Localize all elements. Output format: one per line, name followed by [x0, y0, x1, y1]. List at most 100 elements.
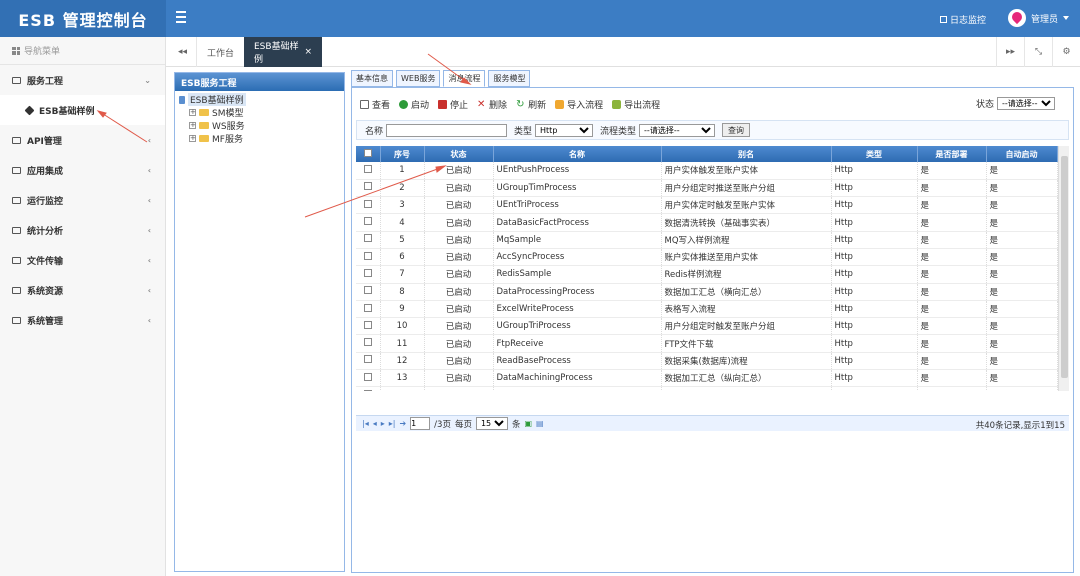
- col-header-status[interactable]: 状态: [424, 146, 494, 162]
- tab-esb-sample[interactable]: ESB基础样例 ×: [244, 37, 322, 67]
- export-icon: [612, 99, 622, 109]
- tree-node-label: SM模型: [212, 109, 244, 119]
- tree-node-mf-service[interactable]: + MF服务: [179, 132, 344, 145]
- refresh-button[interactable]: ↻ 刷新: [516, 98, 546, 111]
- sidebar-item-service-project[interactable]: 服务工程 ⌄: [0, 65, 165, 95]
- table-row[interactable]: 6 已启动 AccSyncProcess 账户实体推送至用户实体 Http 是是: [356, 248, 1058, 267]
- table-row[interactable]: 4 已启动 DataBasicFactProcess 数据清洗转换（基础事实表） Htt…: [356, 213, 1058, 232]
- row-checkbox[interactable]: [356, 317, 381, 336]
- table-scrollbar[interactable]: [1058, 146, 1069, 391]
- row-checkbox[interactable]: [356, 265, 381, 284]
- query-button[interactable]: 查询: [722, 123, 751, 137]
- first-page-icon[interactable]: |◂: [362, 419, 369, 428]
- table-row[interactable]: 5 已启动 MqSample MQ写入样例流程 Http 是是: [356, 231, 1058, 249]
- tab-web-service[interactable]: WEB服务: [396, 70, 441, 87]
- gear-icon[interactable]: ⚙: [1052, 37, 1080, 67]
- row-deployed: 是: [917, 317, 987, 336]
- export-flow-button[interactable]: 导出流程: [612, 98, 660, 111]
- table-row[interactable]: 3 已启动 UEntTriProcess 用户实体定时触发至账户实体 Http 是是: [356, 196, 1058, 215]
- stop-icon: [438, 99, 448, 109]
- fullscreen-icon[interactable]: ⤡: [1024, 37, 1052, 67]
- last-page-icon[interactable]: ▸|: [389, 419, 396, 428]
- stop-label: 停止: [450, 100, 469, 111]
- page-number-input[interactable]: [410, 417, 431, 430]
- row-alias: 账户实体推送至用户实体: [661, 248, 832, 267]
- row-checkbox[interactable]: [356, 386, 381, 391]
- per-page-select[interactable]: 15: [475, 417, 508, 430]
- import-flow-button[interactable]: 导入流程: [555, 98, 603, 111]
- sidebar-item-system-resources[interactable]: 系统资源 ‹: [0, 275, 165, 305]
- table-row[interactable]: 7 已启动 RedisSample Redis样例流程 Http 是是: [356, 265, 1058, 284]
- col-header-alias[interactable]: 别名: [661, 146, 832, 162]
- row-checkbox[interactable]: [356, 300, 381, 319]
- tab-scroll-right-icon[interactable]: ▸▸: [996, 37, 1024, 67]
- sidebar-item-system-admin[interactable]: 系统管理 ‹: [0, 305, 165, 335]
- start-button[interactable]: 启动: [399, 98, 429, 111]
- status-select[interactable]: --请选择--: [997, 97, 1055, 110]
- table-row[interactable]: 13 已启动 DataMachiningProcess 数据加工汇总（纵向汇总） Htt…: [356, 369, 1058, 388]
- name-input[interactable]: [386, 123, 508, 137]
- next-page-icon[interactable]: ▸: [381, 419, 385, 428]
- select-all-checkbox[interactable]: [356, 146, 381, 162]
- sidebar-item-label: 应用集成: [27, 166, 64, 177]
- table-row[interactable]: 1 已启动 UEntPushProcess 用户实体触发至账户实体 Http 是是: [356, 162, 1058, 180]
- table-row[interactable]: 11 已启动 FtpReceive FTP文件下载 Http 是是: [356, 334, 1058, 353]
- tab-message-flow[interactable]: 消息流程: [443, 70, 486, 87]
- type-select[interactable]: Http: [535, 123, 594, 137]
- row-deployed: 是: [917, 386, 987, 391]
- col-header-autostart[interactable]: 自动启动: [986, 146, 1058, 162]
- go-page-icon[interactable]: ➔: [399, 419, 406, 428]
- row-checkbox[interactable]: [356, 334, 381, 353]
- row-status: 已启动: [424, 179, 494, 198]
- tree-node-root[interactable]: ESB基础样例: [179, 93, 344, 106]
- row-checkbox[interactable]: [356, 352, 381, 371]
- table-row[interactable]: 14已启动GroupTimerProcess账户分组定时推送至用户分组Http是…: [356, 386, 1058, 391]
- row-checkbox[interactable]: [356, 213, 381, 232]
- flow-type-select[interactable]: --请选择--: [639, 123, 716, 137]
- col-header-type[interactable]: 类型: [831, 146, 918, 162]
- row-checkbox[interactable]: [356, 196, 381, 215]
- row-type: Http: [831, 317, 918, 336]
- col-header-deployed[interactable]: 是否部署: [917, 146, 987, 162]
- log-monitor-link[interactable]: 日志监控: [940, 13, 986, 26]
- row-checkbox[interactable]: [356, 231, 381, 249]
- delete-button[interactable]: ✕ 删除: [477, 98, 507, 111]
- tab-service-model[interactable]: 服务模型: [488, 70, 531, 87]
- sidebar-item-file-transfer[interactable]: 文件传输 ‹: [0, 245, 165, 275]
- row-checkbox[interactable]: [356, 369, 381, 388]
- expand-icon[interactable]: +: [189, 109, 196, 116]
- view-button[interactable]: 查看: [360, 98, 390, 111]
- menu-toggle-icon[interactable]: [176, 11, 186, 23]
- user-menu[interactable]: 管理员: [1008, 9, 1070, 27]
- col-header-index[interactable]: 序号: [380, 146, 425, 162]
- tree-node-sm-model[interactable]: + SM模型: [179, 106, 344, 119]
- row-checkbox[interactable]: [356, 283, 381, 301]
- table-row[interactable]: 10 已启动 UGroupTriProcess 用户分组定时触发至账户分组 Http 是是: [356, 317, 1058, 336]
- tree-node-ws-service[interactable]: + WS服务: [179, 119, 344, 132]
- prev-page-icon[interactable]: ◂: [373, 419, 377, 428]
- chevron-left-icon: ‹: [147, 256, 151, 265]
- col-header-name[interactable]: 名称: [493, 146, 662, 162]
- tab-scroll-left-icon[interactable]: ◂◂: [178, 47, 187, 57]
- export-excel-icon[interactable]: ▣: [524, 419, 532, 428]
- row-checkbox[interactable]: [356, 162, 381, 180]
- stop-button[interactable]: 停止: [438, 98, 468, 111]
- page-icon[interactable]: ▤: [536, 419, 544, 428]
- table-row[interactable]: 9 已启动 ExcelWriteProcess 表格写入流程 Http 是是: [356, 300, 1058, 319]
- tab-basic-info[interactable]: 基本信息: [351, 70, 393, 87]
- row-index: 3: [380, 196, 425, 215]
- sidebar-item-esb-sample[interactable]: ESB基础样例: [0, 95, 165, 125]
- expand-icon[interactable]: +: [189, 122, 196, 129]
- row-checkbox[interactable]: [356, 248, 381, 267]
- sidebar-item-app-integration[interactable]: 应用集成 ‹: [0, 155, 165, 185]
- tab-workbench[interactable]: 工作台: [196, 37, 244, 67]
- table-row[interactable]: 8 已启动 DataProcessingProcess 数据加工汇总（横向汇总） Htt…: [356, 283, 1058, 301]
- sidebar-item-runtime-monitor[interactable]: 运行监控 ‹: [0, 185, 165, 215]
- row-checkbox[interactable]: [356, 179, 381, 198]
- expand-icon[interactable]: +: [189, 135, 196, 142]
- table-row[interactable]: 2 已启动 UGroupTimProcess 用户分组定时推送至账户分组 Http 是是: [356, 179, 1058, 198]
- table-row[interactable]: 12 已启动 ReadBaseProcess 数据采集(数据库)流程 Http 是是: [356, 352, 1058, 371]
- sidebar-item-statistics[interactable]: 统计分析 ‹: [0, 215, 165, 245]
- sidebar-item-api[interactable]: API管理 ‹: [0, 125, 165, 155]
- close-icon[interactable]: ×: [304, 47, 312, 57]
